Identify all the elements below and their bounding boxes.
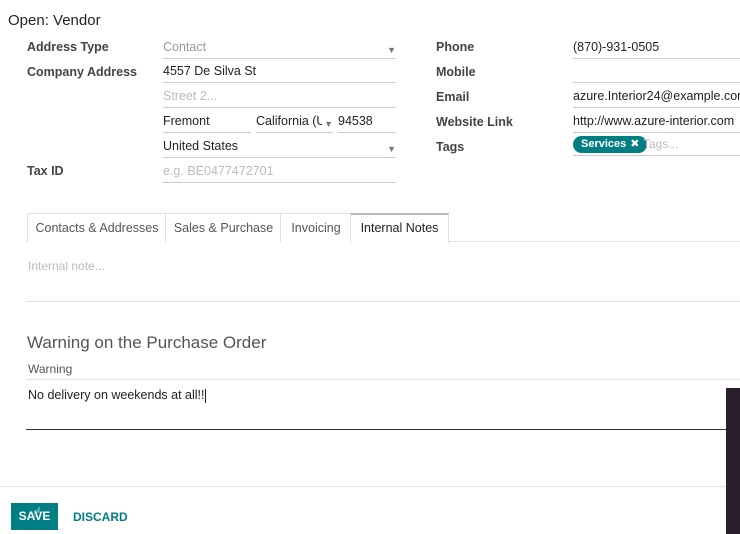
city-input[interactable]: Fremont	[163, 112, 251, 133]
phone-label: Phone	[436, 40, 475, 54]
text-cursor	[205, 388, 207, 403]
discard-button[interactable]: DISCARD	[73, 510, 128, 524]
mobile-input[interactable]	[573, 62, 740, 83]
phone-input[interactable]: (870)-931-0505	[573, 38, 740, 59]
warning-text: No delivery on weekends at all!!	[28, 388, 205, 402]
tab-contacts-addresses[interactable]: Contacts & Addresses	[27, 213, 167, 242]
close-icon[interactable]: ✖	[630, 138, 639, 150]
tags-input[interactable]: Tags...	[643, 137, 678, 151]
tags-underline	[573, 155, 740, 156]
state-select[interactable]: California (U ▼	[256, 112, 333, 133]
tab-sales-purchase[interactable]: Sales & Purchase	[165, 213, 282, 242]
internal-note-underline	[26, 301, 740, 302]
tag-label: Services	[581, 138, 627, 150]
address-type-label: Address Type	[27, 40, 109, 54]
company-address-label: Company Address	[27, 65, 137, 79]
hand-pointer-icon: ☝	[33, 504, 42, 520]
zip-input[interactable]: 94538	[338, 112, 396, 133]
chevron-down-icon: ▼	[322, 115, 333, 132]
tax-id-input[interactable]: e.g. BE0477472701	[163, 162, 396, 183]
tag-services[interactable]: Services ✖	[573, 136, 648, 153]
email-input[interactable]: azure.Interior24@example.com	[573, 87, 740, 108]
website-label: Website Link	[436, 115, 513, 129]
tab-invoicing[interactable]: Invoicing	[280, 213, 352, 242]
tab-internal-notes[interactable]: Internal Notes	[350, 213, 449, 245]
warning-label: Warning	[28, 362, 73, 376]
purchase-warning-title: Warning on the Purchase Order	[27, 333, 267, 352]
chevron-down-icon: ▼	[387, 45, 396, 55]
warning-underline	[26, 429, 726, 430]
internal-note-input[interactable]: Internal note...	[28, 259, 105, 273]
country-value: United States	[163, 139, 239, 153]
address-type-select[interactable]: Contact ▼	[163, 38, 396, 59]
footer-divider	[0, 486, 726, 487]
tags-label: Tags	[436, 140, 465, 154]
address-type-value: Contact	[163, 40, 207, 54]
email-label: Email	[436, 90, 470, 104]
warning-textarea[interactable]: No delivery on weekends at all!!	[28, 388, 207, 403]
dialog-title: Open: Vendor	[8, 12, 101, 29]
street-input[interactable]: 4557 De Silva St	[163, 62, 396, 83]
mobile-label: Mobile	[436, 65, 476, 79]
street2-input[interactable]: Street 2...	[163, 87, 396, 108]
country-select[interactable]: United States ▼	[163, 137, 396, 158]
tax-id-label: Tax ID	[27, 164, 64, 178]
scrollbar[interactable]	[726, 388, 740, 534]
website-input[interactable]: http://www.azure-interior.com	[573, 112, 740, 133]
chevron-down-icon: ▼	[387, 144, 396, 154]
warning-divider	[26, 379, 740, 380]
state-value: California (U	[256, 114, 326, 128]
vendor-form: Address Type Contact ▼ Company Address 4…	[0, 38, 740, 478]
